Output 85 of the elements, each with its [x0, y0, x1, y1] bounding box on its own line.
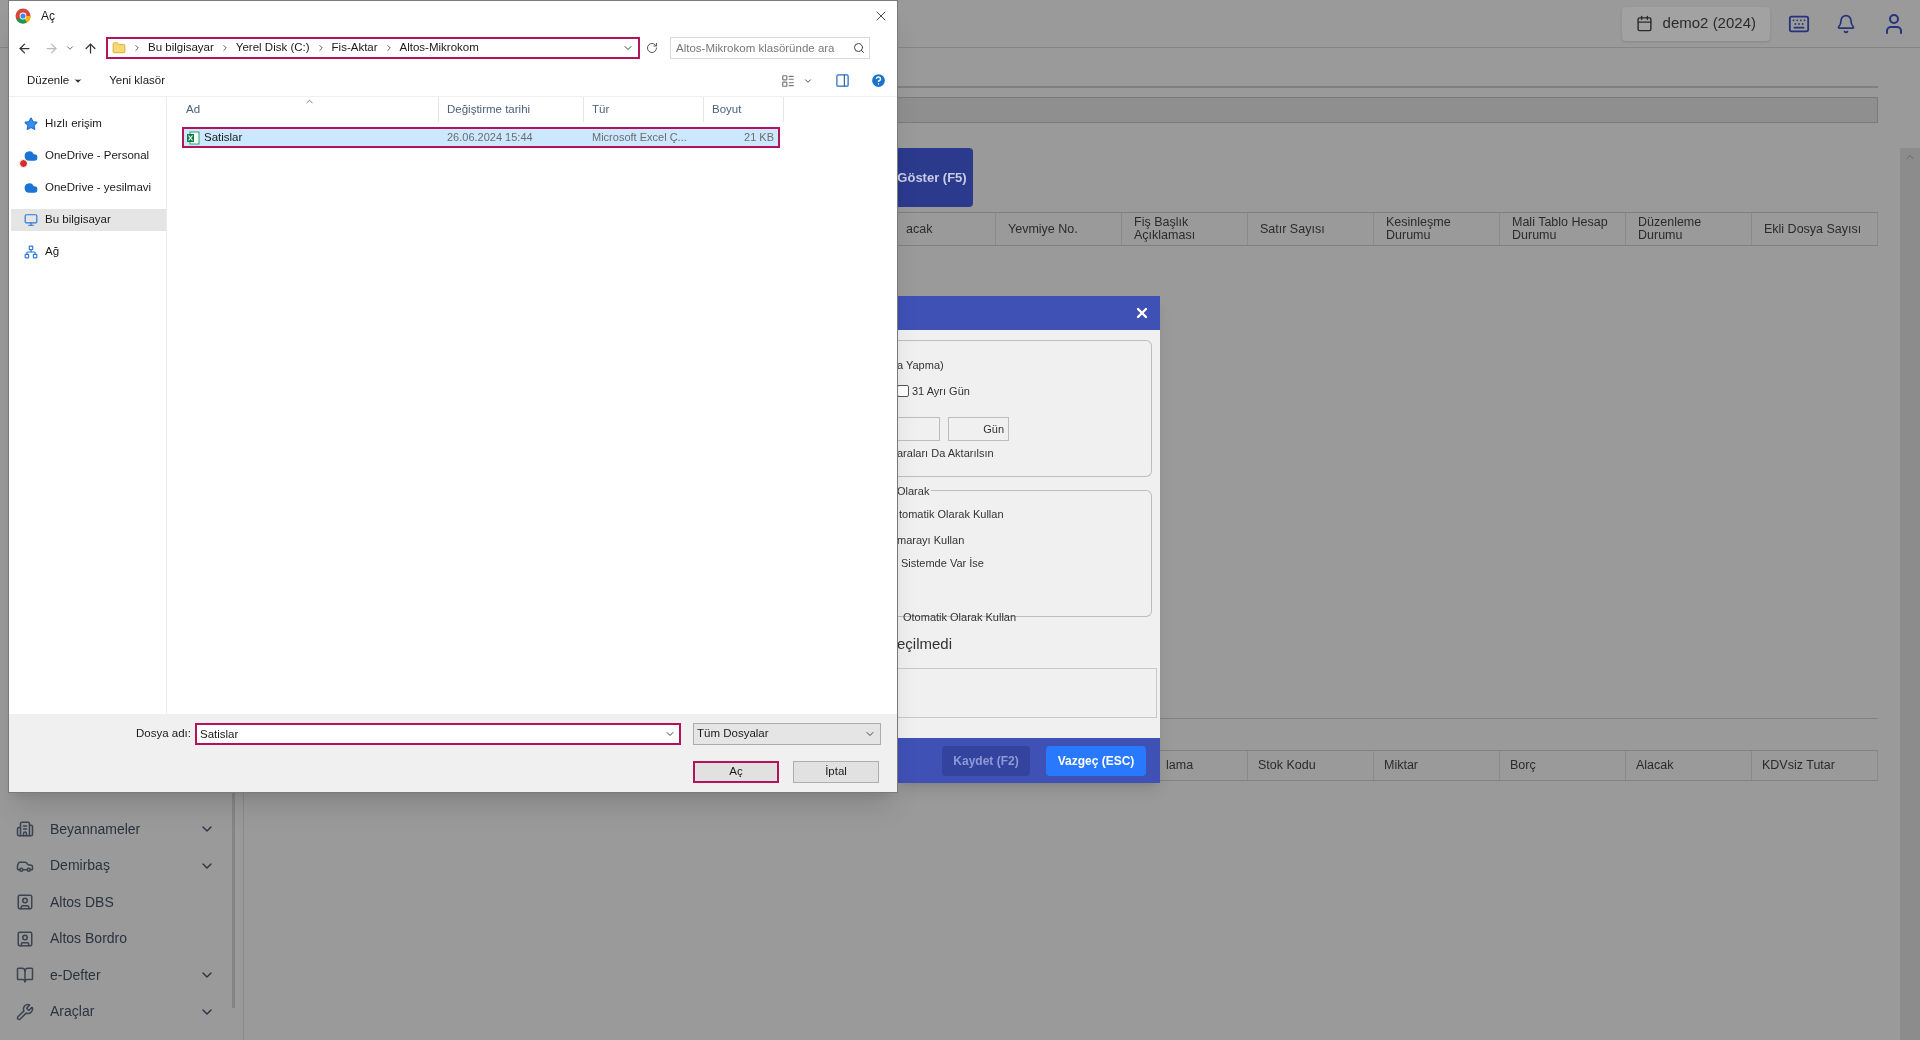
browser-icon	[15, 8, 31, 24]
separator-icon	[132, 43, 142, 53]
nav-icon	[24, 181, 38, 195]
sidebar-item[interactable]: Altos Bordro	[0, 920, 243, 957]
sidebar-item-icon	[16, 820, 34, 839]
column-header[interactable]: Tür	[584, 97, 704, 122]
close-icon[interactable]	[1134, 305, 1150, 321]
new-folder-button[interactable]: Yeni klasör	[109, 71, 166, 90]
scrollbar[interactable]	[1900, 148, 1920, 1040]
file-date: 26.06.2024 15:44	[446, 130, 534, 146]
filename-field[interactable]: Satislar	[195, 723, 681, 745]
option-label: Sistemde Var İse	[900, 556, 985, 571]
refresh-icon[interactable]	[646, 42, 658, 54]
search-icon	[853, 42, 865, 54]
column-header[interactable]: Fiş Başlık Açıklaması	[1122, 213, 1248, 245]
column-header[interactable]: Değiştirme tarihi	[439, 97, 584, 122]
option-label: tomatik Olarak Kullan	[898, 507, 1005, 522]
column-header[interactable]: Miktar	[1374, 751, 1500, 780]
up-icon[interactable]	[83, 40, 98, 56]
nav-item[interactable]: Bu bilgisayar	[11, 209, 166, 231]
sidebar-item-icon	[16, 893, 34, 912]
error-badge-icon	[19, 159, 28, 168]
nav-item[interactable]: Ağ	[11, 241, 166, 263]
cancel-button[interactable]: Vazgeç (ESC)	[1046, 745, 1146, 776]
sidebar-item-icon	[16, 1002, 34, 1021]
back-icon[interactable]	[17, 40, 32, 56]
column-header[interactable]: Borç	[1500, 751, 1626, 780]
day-field[interactable]: Gün	[948, 417, 1009, 441]
company-button[interactable]: demo2 (2024)	[1621, 6, 1770, 41]
option-label: Otomatik Olarak Kullan	[902, 609, 1018, 625]
column-header[interactable]: Ad	[178, 97, 439, 122]
breadcrumb[interactable]: Altos-Mikrokom	[399, 39, 479, 57]
view-icon[interactable]	[781, 73, 795, 88]
nav-item[interactable]: Hızlı erişim	[11, 113, 166, 135]
help-icon[interactable]	[870, 72, 887, 89]
nav-item[interactable]: OneDrive - Personal	[11, 145, 166, 167]
recent-locations-icon[interactable]	[65, 43, 75, 53]
window-title: Aç	[41, 8, 56, 25]
breadcrumb[interactable]: Yerel Disk (C:)	[235, 39, 310, 57]
file-status: eçilmedi	[897, 634, 954, 654]
column-header[interactable]: Boyut	[704, 97, 784, 122]
column-header[interactable]: Alacak	[1626, 751, 1752, 780]
file-size: 21 KB	[743, 130, 775, 146]
sidebar-item-icon	[16, 929, 34, 948]
column-header[interactable]: KDVsiz Tutar	[1752, 751, 1878, 780]
sidebar-item[interactable]: Demirbaş	[0, 847, 243, 884]
sidebar-item[interactable]: Beyannameler	[0, 811, 243, 848]
option-label: a Yapma)	[897, 358, 945, 373]
file-type: Microsoft Excel Ç...	[591, 130, 688, 146]
option-label: marayı Kullan	[897, 532, 966, 548]
cancel-button[interactable]: İptal	[793, 761, 879, 783]
folder-icon	[112, 41, 126, 55]
preview-pane-icon[interactable]	[835, 73, 850, 88]
sidebar-item[interactable]: Altos DBS	[0, 884, 243, 921]
filename-label: Dosya adı:	[135, 726, 192, 742]
input-field[interactable]	[897, 417, 940, 441]
column-header[interactable]: Yevmiye No.	[996, 213, 1122, 245]
organize-menu[interactable]: Düzenle	[27, 71, 84, 90]
nav-item[interactable]: OneDrive - yesilmavi	[11, 177, 166, 199]
breadcrumb[interactable]: Fis-Aktar	[331, 39, 378, 57]
nav-icon	[24, 213, 38, 227]
file-name: Satislar	[204, 129, 243, 145]
column-header[interactable]: Kesinleşme Durumu	[1374, 213, 1500, 245]
spreadsheet-file-icon	[186, 130, 200, 145]
nav-icon	[24, 149, 38, 163]
file-type-select[interactable]: Tüm Dosyalar	[693, 723, 881, 745]
breadcrumb[interactable]: Bu bilgisayar	[148, 39, 214, 57]
sidebar-item-icon	[16, 966, 34, 985]
nav-icon	[24, 245, 38, 259]
notification-icon[interactable]	[1836, 13, 1856, 34]
search-field[interactable]: Altos-Mikrokom klasöründe ara	[670, 37, 870, 59]
option-label: araları Da Aktarılsın	[897, 446, 995, 461]
file-row[interactable]: Satislar 26.06.2024 15:44 Microsoft Excel Ç... 21 KB	[182, 127, 780, 148]
column-header[interactable]: Ekli Dosya Sayısı	[1752, 213, 1878, 245]
sidebar-item[interactable]: Araçlar	[0, 993, 243, 1030]
checkbox-label: 31 Ayrı Gün	[912, 383, 970, 399]
column-header[interactable]: Düzenleme Durumu	[1626, 213, 1752, 245]
open-button[interactable]: Aç	[693, 761, 779, 783]
nav-icon	[24, 117, 38, 131]
column-header[interactable]: Stok Kodu	[1248, 751, 1374, 780]
column-header[interactable]: Satır Sayısı	[1248, 213, 1374, 245]
calendar-icon	[1635, 15, 1653, 32]
address-bar[interactable]: Bu bilgisayar Yerel Disk (C:) Fis-Aktar Altos-Mikrokom	[106, 37, 640, 59]
column-header[interactable]: Mali Tablo Hesap Durumu	[1500, 213, 1626, 245]
sidebar-item[interactable]: e-Defter	[0, 957, 243, 994]
